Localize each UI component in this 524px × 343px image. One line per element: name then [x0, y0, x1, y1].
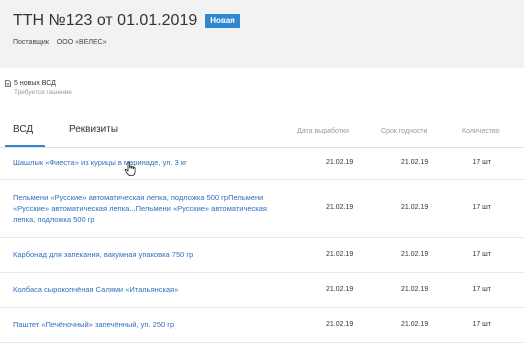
- column-header-production-date[interactable]: Дата выработки: [297, 128, 349, 135]
- quantity: 17 шт: [472, 204, 491, 211]
- supplier-info: Поставщик ООО «ВЕЛЕС»: [13, 39, 107, 46]
- column-header-expiry[interactable]: Срок годности: [381, 128, 427, 135]
- product-link[interactable]: Пельмени «Русские» автоматическая лепка,…: [13, 192, 275, 225]
- supplier-label: Поставщик: [13, 39, 49, 46]
- tab-requisites[interactable]: Реквизиты: [69, 124, 118, 135]
- expiry-date: 21.02.19: [401, 159, 429, 166]
- production-date: 21.02.19: [326, 251, 354, 258]
- active-tab-indicator: [5, 145, 45, 147]
- expiry-date: 21.02.19: [401, 204, 429, 211]
- quantity: 17 шт: [472, 286, 491, 293]
- vsd-table: Шашлык «Фиеста» из курицы в маринаде, уп…: [0, 148, 524, 343]
- product-link[interactable]: Колбаса сырокопчёная Салями «Итальянская…: [13, 284, 293, 295]
- table-row[interactable]: Шашлык «Фиеста» из курицы в маринаде, уп…: [0, 148, 524, 180]
- quantity: 17 шт: [472, 251, 491, 258]
- redemption-note: Требуется гашение: [14, 89, 72, 96]
- product-link[interactable]: Шашлык «Фиеста» из курицы в маринаде, уп…: [13, 157, 293, 168]
- production-date: 21.02.19: [326, 159, 354, 166]
- document-icon: [5, 80, 11, 87]
- tab-vsd[interactable]: ВСД: [13, 124, 33, 135]
- quantity: 17 шт: [472, 321, 491, 328]
- production-date: 21.02.19: [326, 204, 354, 211]
- product-link[interactable]: Паштет «Печёночный» запечённый, уп. 250 …: [13, 319, 293, 330]
- new-vsd-count: 5 новых ВСД: [14, 80, 56, 87]
- table-row[interactable]: Пельмени «Русские» автоматическая лепка,…: [0, 180, 524, 238]
- expiry-date: 21.02.19: [401, 321, 429, 328]
- supplier-value: ООО «ВЕЛЕС»: [56, 39, 107, 46]
- page-title: ТТН №123 от 01.01.2019: [13, 12, 198, 29]
- tabs-bar: ВСД Реквизиты Дата выработки Срок годнос…: [0, 117, 524, 148]
- product-link[interactable]: Карбонад для запекания, вакумная упаковк…: [13, 249, 293, 260]
- column-header-quantity[interactable]: Количество: [462, 128, 500, 135]
- production-date: 21.02.19: [326, 286, 354, 293]
- status-badge: Новая: [205, 14, 240, 28]
- table-row[interactable]: Колбаса сырокопчёная Салями «Итальянская…: [0, 273, 524, 308]
- expiry-date: 21.02.19: [401, 251, 429, 258]
- vsd-info: 5 новых ВСД Требуется гашение: [5, 80, 72, 96]
- title-row: ТТН №123 от 01.01.2019 Новая: [13, 12, 240, 30]
- page-header: ТТН №123 от 01.01.2019 Новая Поставщик О…: [0, 0, 524, 68]
- table-row[interactable]: Карбонад для запекания, вакумная упаковк…: [0, 238, 524, 273]
- quantity: 17 шт: [472, 159, 491, 166]
- production-date: 21.02.19: [326, 321, 354, 328]
- expiry-date: 21.02.19: [401, 286, 429, 293]
- hand-cursor-icon: [124, 161, 136, 176]
- table-row[interactable]: Паштет «Печёночный» запечённый, уп. 250 …: [0, 308, 524, 343]
